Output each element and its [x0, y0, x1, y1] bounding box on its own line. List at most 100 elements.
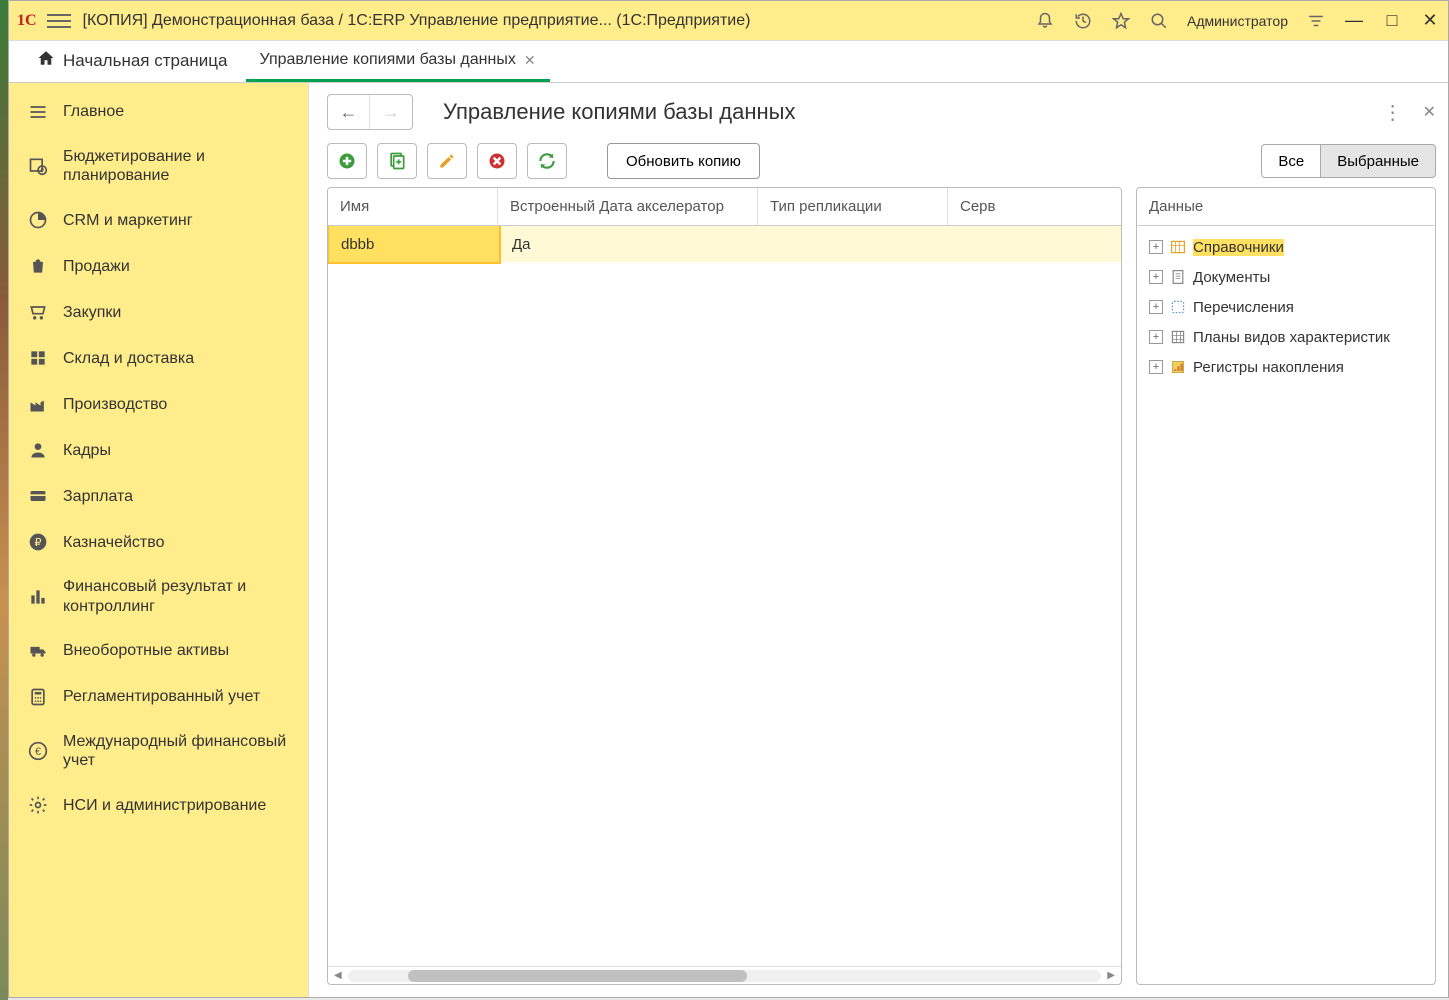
search-icon[interactable] [1149, 11, 1169, 31]
cart-icon [27, 301, 49, 323]
sidebar-item-treasury[interactable]: ₽ Казначейство [9, 519, 308, 565]
enum-icon [1169, 298, 1187, 316]
add-button[interactable] [327, 143, 367, 179]
tree-item-plans[interactable]: + Планы видов характеристик [1141, 322, 1431, 352]
sidebar-item-salary[interactable]: Зарплата [9, 473, 308, 519]
sidebar-item-warehouse[interactable]: Склад и доставка [9, 335, 308, 381]
copy-button[interactable] [377, 143, 417, 179]
expand-icon[interactable]: + [1149, 330, 1163, 344]
filter-all-button[interactable]: Все [1261, 144, 1320, 178]
tree-item-documents[interactable]: + Документы [1141, 262, 1431, 292]
sidebar-item-label: Бюджетирование и планирование [63, 147, 290, 185]
home-tab[interactable]: Начальная страница [19, 39, 246, 82]
home-tab-label: Начальная страница [63, 51, 228, 71]
close-page-icon[interactable]: ✕ [1423, 102, 1436, 122]
sidebar-item-budget[interactable]: ₽ Бюджетирование и планирование [9, 135, 308, 197]
close-window-button[interactable]: ✕ [1420, 10, 1440, 31]
refresh-button[interactable] [527, 143, 567, 179]
user-name[interactable]: Администратор [1187, 13, 1288, 29]
table-body: dbbb Да [328, 226, 1121, 966]
desktop-background-strip [0, 0, 8, 1000]
content-panes: Имя Встроенный Дата акселератор Тип репл… [327, 187, 1436, 985]
column-replication[interactable]: Тип репликации [758, 188, 948, 225]
home-icon [37, 49, 55, 72]
nav-forward-button[interactable]: → [370, 95, 412, 129]
gear-icon [27, 794, 49, 816]
sidebar-item-label: Внеоборотные активы [63, 641, 290, 660]
tree-item-label: Справочники [1193, 239, 1284, 256]
title-bar: 1С [КОПИЯ] Демонстрационная база / 1С:ER… [9, 1, 1448, 41]
factory-icon [27, 393, 49, 415]
edit-button[interactable] [427, 143, 467, 179]
settings-lines-icon[interactable] [1306, 11, 1326, 31]
sidebar-item-regulated[interactable]: Регламентированный учет [9, 674, 308, 720]
minimize-button[interactable]: — [1344, 10, 1364, 31]
sidebar-item-label: Зарплата [63, 487, 290, 506]
sidebar-item-label: Склад и доставка [63, 349, 290, 368]
register-icon [1169, 358, 1187, 376]
sidebar-item-label: НСИ и администрирование [63, 796, 290, 815]
sidebar-item-label: Международный финансовый учет [63, 732, 290, 770]
sidebar-item-sales[interactable]: Продажи [9, 243, 308, 289]
maximize-button[interactable]: □ [1382, 10, 1402, 31]
titlebar-actions: Администратор — □ ✕ [1035, 10, 1440, 31]
page-title: Управление копиями базы данных [443, 99, 1383, 125]
update-copy-button[interactable]: Обновить копию [607, 143, 760, 179]
tree-item-label: Перечисления [1193, 299, 1294, 316]
svg-text:₽: ₽ [40, 168, 44, 175]
filter-selected-button[interactable]: Выбранные [1320, 144, 1436, 178]
document-icon [1169, 268, 1187, 286]
plan-icon [1169, 328, 1187, 346]
sidebar-item-purchase[interactable]: Закупки [9, 289, 308, 335]
table-header: Имя Встроенный Дата акселератор Тип репл… [328, 188, 1121, 226]
tree-item-enums[interactable]: + Перечисления [1141, 292, 1431, 322]
expand-icon[interactable]: + [1149, 240, 1163, 254]
scroll-right-icon[interactable]: ▶ [1107, 970, 1115, 981]
column-server[interactable]: Серв [948, 188, 1121, 225]
bell-icon[interactable] [1035, 11, 1055, 31]
more-options-icon[interactable]: ⋮ [1383, 100, 1403, 125]
scroll-thumb[interactable] [408, 970, 747, 982]
sidebar-item-label: Главное [63, 102, 290, 121]
card-icon [27, 485, 49, 507]
euro-icon: € [27, 740, 49, 762]
expand-icon[interactable]: + [1149, 300, 1163, 314]
horizontal-scrollbar[interactable]: ◀ ▶ [328, 966, 1121, 984]
sidebar-item-assets[interactable]: Внеоборотные активы [9, 628, 308, 674]
column-builtin[interactable]: Встроенный Дата акселератор [498, 188, 758, 225]
tab-close-icon[interactable]: ✕ [524, 52, 536, 69]
nav-back-button[interactable]: ← [328, 95, 370, 129]
main-menu-icon[interactable] [47, 9, 71, 33]
table-row[interactable]: dbbb Да [328, 226, 1121, 262]
expand-icon[interactable]: + [1149, 270, 1163, 284]
sidebar-item-hr[interactable]: Кадры [9, 427, 308, 473]
tree-item-label: Регистры накопления [1193, 359, 1344, 376]
sidebar-item-finance[interactable]: Финансовый результат и контроллинг [9, 565, 308, 627]
delete-button[interactable] [477, 143, 517, 179]
column-name[interactable]: Имя [328, 188, 498, 225]
hamburger-icon [27, 101, 49, 123]
cell-builtin: Да [500, 236, 760, 253]
cell-name[interactable]: dbbb [329, 226, 499, 262]
star-icon[interactable] [1111, 11, 1131, 31]
expand-icon[interactable]: + [1149, 360, 1163, 374]
nav-group: ← → [327, 94, 413, 130]
history-icon[interactable] [1073, 11, 1093, 31]
sidebar-item-admin[interactable]: НСИ и администрирование [9, 782, 308, 828]
app-window: 1С [КОПИЯ] Демонстрационная база / 1С:ER… [8, 0, 1449, 998]
tree-item-label: Планы видов характеристик [1193, 329, 1390, 346]
tree-item-registers[interactable]: + Регистры накопления [1141, 352, 1431, 382]
toolbar: Обновить копию Все Выбранные [327, 143, 1436, 179]
person-icon [27, 439, 49, 461]
sidebar-item-label: Производство [63, 395, 290, 414]
data-panel-header: Данные [1137, 188, 1435, 226]
tab-db-copies[interactable]: Управление копиями базы данных ✕ [246, 41, 550, 82]
truck-icon [27, 640, 49, 662]
sidebar-item-ifrs[interactable]: € Международный финансовый учет [9, 720, 308, 782]
scroll-track[interactable] [348, 970, 1102, 982]
scroll-left-icon[interactable]: ◀ [334, 970, 342, 981]
sidebar-item-production[interactable]: Производство [9, 381, 308, 427]
sidebar-item-crm[interactable]: CRM и маркетинг [9, 197, 308, 243]
tree-item-catalogs[interactable]: + Справочники [1141, 232, 1431, 262]
sidebar-item-main[interactable]: Главное [9, 89, 308, 135]
